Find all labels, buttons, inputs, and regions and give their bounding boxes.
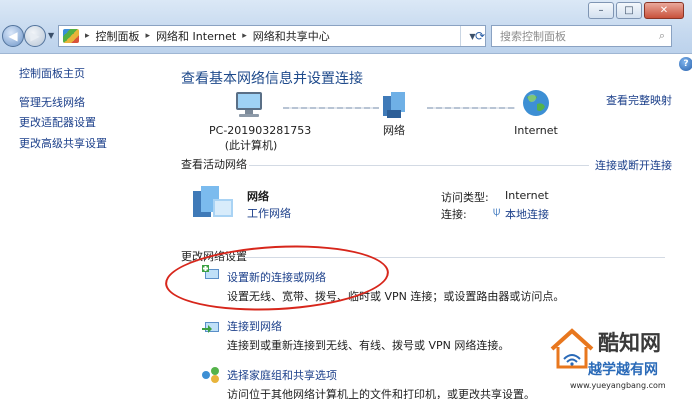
connect-to-network-desc: 连接到或重新连接到无线、有线、拨号或 VPN 网络连接。 (227, 339, 510, 352)
left-navigation-pane: 控制面板主页 管理无线网络 更改适配器设置 更改高级共享设置 (0, 55, 165, 399)
watermark-subtitle: 越学越有网 (588, 362, 658, 378)
computer-subtitle: (此计算机) (224, 139, 278, 152)
forward-arrow-icon: ▶ (30, 29, 40, 43)
active-network-name: 网络 (247, 190, 269, 203)
page-title: 查看基本网络信息并设置连接 (181, 71, 363, 87)
sidebar-item-advanced-sharing[interactable]: 更改高级共享设置 (19, 135, 107, 151)
forward-button[interactable]: ▶ (24, 25, 46, 47)
network-icon (383, 92, 405, 118)
sidebar-item-adapter-settings[interactable]: 更改适配器设置 (19, 114, 96, 130)
search-placeholder: 搜索控制面板 (500, 30, 566, 43)
search-input[interactable]: 搜索控制面板 ⌕ (491, 25, 672, 47)
network-type-link[interactable]: 工作网络 (247, 205, 291, 221)
computer-icon (236, 92, 262, 117)
minimize-button[interactable]: – (588, 2, 614, 19)
homegroup-icon (202, 367, 219, 383)
active-networks-header: 查看活动网络 (181, 158, 247, 171)
access-type-value: Internet (505, 189, 549, 202)
help-icon[interactable]: ? (679, 57, 692, 71)
address-bar[interactable]: ▸ 控制面板 ▸ 网络和 Internet ▸ 网络和共享中心 (58, 25, 486, 47)
map-network-label: 网络 (383, 124, 405, 137)
refresh-icon[interactable]: ⟳ (473, 26, 487, 46)
watermark-url: www.yueyangbang.com (570, 381, 666, 390)
watermark-title: 酷知网 (598, 330, 661, 355)
homegroup-sharing-link[interactable]: 选择家庭组和共享选项 (227, 367, 337, 383)
local-connection-link[interactable]: 本地连接 (505, 206, 549, 222)
map-connector-2 (427, 107, 515, 109)
maximize-button[interactable]: □ (616, 2, 642, 19)
breadcrumb-separator-icon[interactable]: ▸ (146, 31, 151, 41)
sidebar-item-manage-wireless[interactable]: 管理无线网络 (19, 94, 85, 110)
window-controls: – □ ✕ (588, 2, 684, 19)
wired-connection-icon: ⍦ (493, 204, 501, 218)
computer-name: PC-201903281753 (209, 124, 312, 137)
map-internet-label: Internet (514, 124, 558, 137)
close-button[interactable]: ✕ (644, 2, 684, 19)
watermark: 酷知网 越学越有网 www.yueyangbang.com (540, 321, 690, 397)
back-arrow-icon: ◀ (8, 29, 18, 43)
control-panel-icon (63, 29, 79, 43)
breadcrumb-separator-icon[interactable]: ▸ (85, 31, 90, 41)
connect-disconnect-link[interactable]: 连接或断开连接 (595, 157, 672, 173)
connect-to-network-link[interactable]: 连接到网络 (227, 318, 282, 334)
globe-icon (523, 90, 549, 116)
map-connector-1 (283, 107, 379, 109)
breadcrumb-network-internet[interactable]: 网络和 Internet (156, 28, 236, 44)
connect-network-icon (202, 322, 219, 333)
breadcrumb-separator-icon[interactable]: ▸ (242, 31, 247, 41)
sidebar-item-control-panel-home[interactable]: 控制面板主页 (19, 65, 85, 81)
full-map-link[interactable]: 查看完整映射 (606, 92, 672, 108)
recent-pages-dropdown-icon[interactable]: ▼ (48, 31, 54, 40)
breadcrumb-control-panel[interactable]: 控制面板 (96, 28, 140, 44)
access-type-label: 访问类型: (441, 191, 489, 204)
search-icon[interactable]: ⌕ (659, 29, 665, 43)
connection-label: 连接: (441, 208, 467, 221)
section-divider (249, 165, 589, 166)
homegroup-sharing-desc: 访问位于其他网络计算机上的文件和打印机，或更改共享设置。 (227, 388, 535, 399)
title-address-bar: – □ ✕ ◀ ▶ ▼ ▸ 控制面板 ▸ 网络和 Internet ▸ 网络和共… (0, 0, 692, 54)
active-network-icon (193, 186, 233, 217)
back-button[interactable]: ◀ (2, 25, 24, 47)
breadcrumb-network-sharing-center[interactable]: 网络和共享中心 (253, 28, 330, 44)
